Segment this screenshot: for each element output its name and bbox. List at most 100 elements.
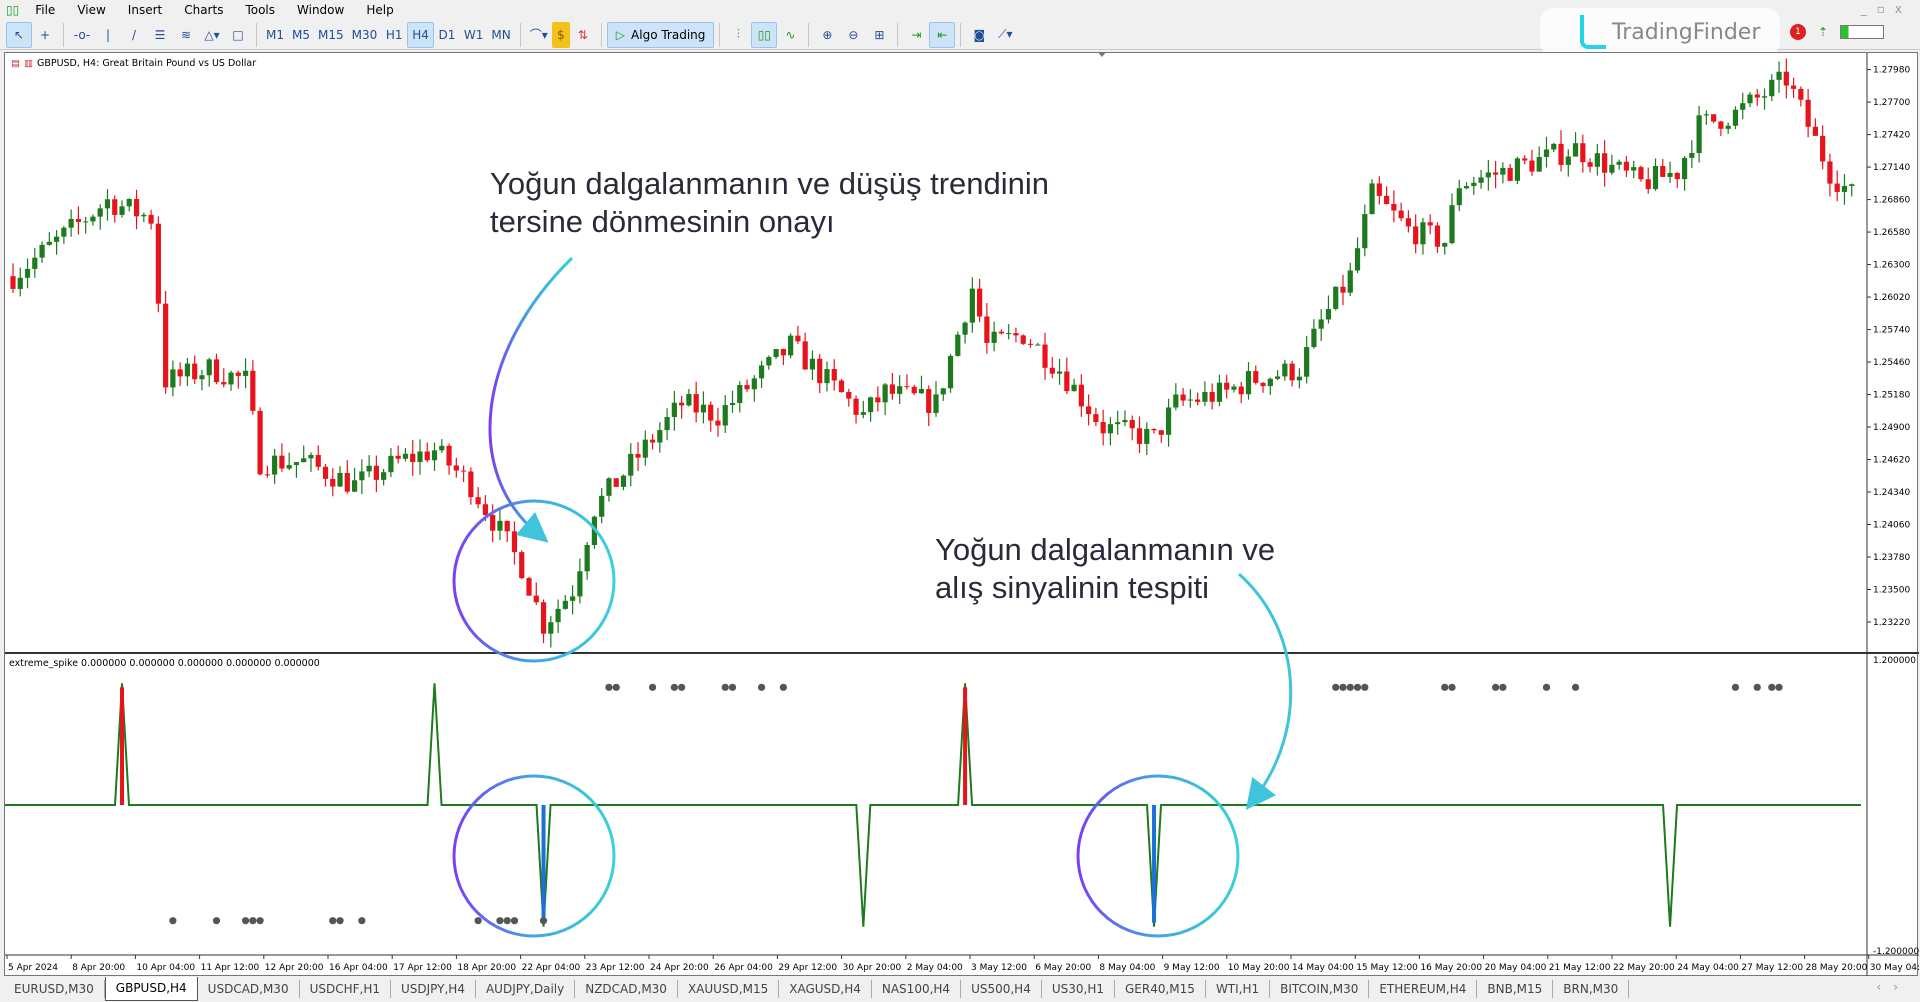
candle-bull xyxy=(431,450,438,461)
fibonacci-icon[interactable]: ≋ xyxy=(173,22,199,48)
tab-gbpusd-h4[interactable]: GBPUSD,H4 xyxy=(104,977,198,1001)
crosshair-icon[interactable]: + xyxy=(32,22,58,48)
tab-scroll-arrows[interactable]: ‹› xyxy=(1876,980,1910,994)
zoom-out-icon[interactable]: ⊖ xyxy=(840,22,866,48)
candle-bear xyxy=(1798,88,1804,100)
candle-bull xyxy=(1449,205,1455,244)
candle-bear xyxy=(795,335,801,342)
candle-bear xyxy=(1783,71,1789,86)
candle-bull xyxy=(1282,363,1288,377)
candle-bull xyxy=(1006,333,1012,335)
candle-bear xyxy=(1529,160,1535,172)
tab-bnb-m15[interactable]: BNB,M15 xyxy=(1477,980,1554,998)
tf-h4[interactable]: H4 xyxy=(407,21,434,48)
scroll-end-icon[interactable]: ⇥ xyxy=(903,22,929,48)
tf-d1[interactable]: D1 xyxy=(434,22,460,48)
tab-audjpy-daily[interactable]: AUDJPY,Daily xyxy=(476,980,576,998)
tf-w1[interactable]: W1 xyxy=(460,22,488,48)
menu-view[interactable]: View xyxy=(69,3,119,17)
candle-bear xyxy=(1820,135,1826,162)
candle-bear xyxy=(468,471,474,498)
chart-shift-icon[interactable]: ⇤ xyxy=(929,21,956,48)
vertical-line-icon[interactable]: | xyxy=(95,22,121,48)
candle-bull xyxy=(1478,177,1484,183)
tf-mn[interactable]: MN xyxy=(487,22,514,48)
candlestick-icon[interactable]: ▯▯ xyxy=(751,21,778,48)
tab-us30-h1[interactable]: US30,H1 xyxy=(1042,980,1115,998)
tf-m15[interactable]: M15 xyxy=(314,22,348,48)
play-icon: ▷ xyxy=(615,27,626,42)
tab-xauusd-m15[interactable]: XAUUSD,M15 xyxy=(678,980,780,998)
tab-usdjpy-h4[interactable]: USDJPY,H4 xyxy=(391,980,476,998)
tf-m5[interactable]: M5 xyxy=(288,22,314,48)
candle-bull xyxy=(417,451,423,463)
candle-bear xyxy=(1827,161,1833,184)
candle-bull xyxy=(1347,270,1353,293)
tf-h1[interactable]: H1 xyxy=(381,22,407,48)
tab-brn-m30[interactable]: BRN,M30 xyxy=(1553,980,1630,998)
candle-bear xyxy=(1209,392,1215,402)
tab-us500-h4[interactable]: US500,H4 xyxy=(961,980,1042,998)
indicator-dot xyxy=(1441,683,1449,691)
candle-bear xyxy=(1623,161,1630,171)
menu-file[interactable]: File xyxy=(27,3,69,17)
menu-charts[interactable]: Charts xyxy=(176,3,237,17)
indicator-dot xyxy=(612,683,620,691)
window-controls[interactable]: _▫x xyxy=(1861,2,1912,16)
tab-wti-h1[interactable]: WTI,H1 xyxy=(1206,980,1271,998)
buy-sell-icon[interactable]: ⇅ xyxy=(570,22,596,48)
templates-icon[interactable]: ⟋▾ xyxy=(992,22,1018,48)
notification-badge[interactable]: 1 xyxy=(1790,24,1806,40)
menu-window[interactable]: Window xyxy=(289,3,358,17)
candle-bull xyxy=(751,378,757,390)
menu-tools[interactable]: Tools xyxy=(237,3,289,17)
dollar-icon[interactable]: $ xyxy=(551,21,570,48)
candle-bull xyxy=(1318,319,1324,329)
candle-bull xyxy=(17,277,23,289)
indicator-dot xyxy=(169,917,177,925)
candle-bull xyxy=(104,199,111,209)
indicator-dot xyxy=(539,917,548,925)
tab-usdchf-h1[interactable]: USDCHF,H1 xyxy=(300,980,391,998)
candle-bull xyxy=(1296,376,1302,381)
shapes-icon[interactable]: △▾ xyxy=(199,22,225,48)
indicator-dot xyxy=(1753,683,1761,691)
chart-window[interactable]: 1.27980 1.27700 1.27420 1.27140 1.26860 1.265… xyxy=(4,52,1919,977)
cursor-icon[interactable]: ↖ xyxy=(6,21,32,48)
indicator-dot xyxy=(474,917,482,925)
rectangle-icon[interactable]: □ xyxy=(225,22,251,48)
screenshot-icon[interactable]: ◙ xyxy=(966,22,992,48)
tab-ethereum-h4[interactable]: ETHEREUM,H4 xyxy=(1369,980,1478,998)
channel-icon[interactable]: ☰ xyxy=(147,22,173,48)
candle-bull xyxy=(555,608,561,623)
tab-nas100-h4[interactable]: NAS100,H4 xyxy=(872,980,962,998)
time-label: 26 Apr 04:00 xyxy=(714,963,773,973)
tab-eurusd-m30[interactable]: EURUSD,M30 xyxy=(4,980,105,998)
tab-ger40-m15[interactable]: GER40,M15 xyxy=(1115,980,1206,998)
indicator-dot xyxy=(1499,683,1507,691)
tab-nzdcad-m30[interactable]: NZDCAD,M30 xyxy=(575,980,678,998)
line-chart-icon[interactable]: ∿ xyxy=(777,22,803,48)
trendline-icon[interactable]: / xyxy=(121,22,147,48)
candle-bear xyxy=(1383,195,1390,204)
candle-bear xyxy=(264,474,270,476)
annotation-bottom-line1: Yoğun dalgalanmanın ve xyxy=(935,532,1276,567)
bar-chart-icon[interactable]: ⫶ xyxy=(725,22,751,48)
tab-usdcad-m30[interactable]: USDCAD,M30 xyxy=(198,980,300,998)
menu-help[interactable]: Help xyxy=(358,3,407,17)
zoom-in-icon[interactable]: ⊕ xyxy=(814,22,840,48)
tf-m30[interactable]: M30 xyxy=(348,22,382,48)
tab-xagusd-h4[interactable]: XAGUSD,H4 xyxy=(779,980,872,998)
annotation-bottom: Yoğun dalgalanmanın ve alış sinyalinin t… xyxy=(935,531,1275,607)
algo-trading-button[interactable]: ▷ Algo Trading xyxy=(606,21,715,48)
horizontal-line-icon[interactable]: -o- xyxy=(69,22,95,48)
tradingfinder-logo-icon xyxy=(1580,15,1606,49)
indicators-icon[interactable]: ⌒▾ xyxy=(526,22,552,48)
tile-windows-icon[interactable]: ⊞ xyxy=(866,22,892,48)
menu-insert[interactable]: Insert xyxy=(120,3,176,17)
divider xyxy=(519,22,521,47)
candle-bull xyxy=(1609,164,1615,173)
tab-bitcoin-m30[interactable]: BITCOIN,M30 xyxy=(1270,980,1370,998)
tf-m1[interactable]: M1 xyxy=(262,22,288,48)
candle-bear xyxy=(831,368,837,381)
